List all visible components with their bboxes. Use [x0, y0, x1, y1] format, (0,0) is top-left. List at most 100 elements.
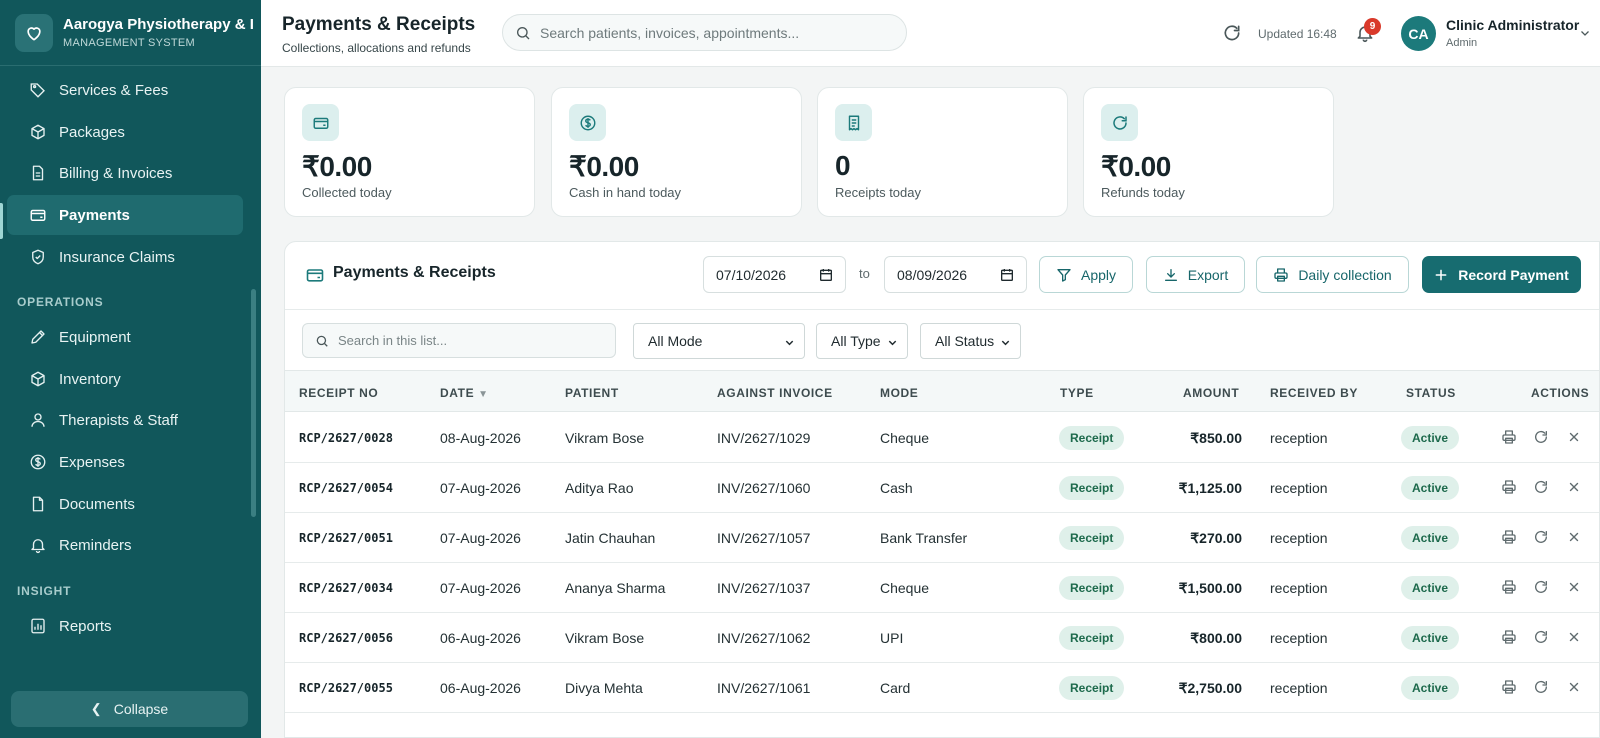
calendar-icon[interactable]: [818, 267, 834, 283]
row-amount: ₹270.00: [1190, 530, 1242, 546]
column-header-invoice[interactable]: AGAINST INVOICE: [717, 386, 833, 400]
table-row[interactable]: RCP/2627/0028 08-Aug-2026 Vikram Bose INV/2…: [285, 413, 1599, 463]
sidebar-item-inventory[interactable]: Inventory: [7, 359, 243, 399]
sidebar-item-payments[interactable]: Payments: [7, 195, 243, 235]
list-search-input[interactable]: Search in this list...: [302, 323, 616, 358]
print-icon[interactable]: [1501, 429, 1517, 445]
daily-collection-button[interactable]: Daily collection: [1256, 256, 1409, 293]
date-to-input[interactable]: 08/09/2026: [884, 256, 1027, 293]
close-icon[interactable]: [1567, 630, 1581, 644]
date-from-input[interactable]: 07/10/2026: [703, 256, 846, 293]
status-badge: Active: [1401, 526, 1460, 550]
receipt-no[interactable]: RCP/2627/0054: [299, 481, 393, 495]
refresh-icon[interactable]: [1533, 429, 1549, 445]
mode-select[interactable]: All Mode: [633, 323, 805, 359]
chart-icon: [28, 616, 48, 636]
row-amount: ₹850.00: [1190, 430, 1242, 446]
refresh-icon[interactable]: [1533, 579, 1549, 595]
type-badge: Receipt: [1059, 626, 1125, 650]
table-row[interactable]: RCP/2627/0051 07-Aug-2026 Jatin Chauhan INV…: [285, 513, 1599, 563]
table-row[interactable]: RCP/2627/0034 07-Aug-2026 Ananya Sharma INV…: [285, 563, 1599, 613]
table-row[interactable]: RCP/2627/0054 07-Aug-2026 Aditya Rao INV/26…: [285, 463, 1599, 513]
global-search-input[interactable]: Search patients, invoices, appointments.…: [502, 14, 907, 51]
status-select[interactable]: All Status: [920, 323, 1021, 359]
filter-icon: [1056, 267, 1072, 283]
refresh-icon[interactable]: [1533, 629, 1549, 645]
brand-subtitle: MANAGEMENT SYSTEM: [63, 37, 196, 49]
type-select[interactable]: All Type: [816, 323, 908, 359]
row-mode: Cheque: [880, 430, 930, 446]
stat-value: ₹0.00: [569, 151, 639, 182]
stat-card-collected: ₹0.00 Collected today: [284, 87, 535, 217]
refresh-icon[interactable]: [1533, 479, 1549, 495]
refresh-icon[interactable]: [1533, 529, 1549, 545]
receipt-no[interactable]: RCP/2627/0034: [299, 581, 393, 595]
refresh-icon[interactable]: [1533, 679, 1549, 695]
close-icon[interactable]: [1567, 680, 1581, 694]
type-select-value: All Type: [831, 333, 881, 349]
column-header-mode[interactable]: MODE: [880, 386, 918, 400]
chevron-down-icon[interactable]: [1579, 27, 1591, 39]
close-icon[interactable]: [1567, 580, 1581, 594]
sort-desc-icon: ▼: [478, 389, 489, 400]
row-patient: Vikram Bose: [565, 430, 645, 446]
column-header-patient[interactable]: PATIENT: [565, 386, 619, 400]
refresh-icon[interactable]: [1222, 23, 1242, 43]
sidebar-item-billing[interactable]: Billing & Invoices: [7, 153, 243, 193]
row-date: 06-Aug-2026: [440, 630, 521, 646]
record-payment-button[interactable]: Record Payment: [1422, 256, 1581, 293]
date-from-value: 07/10/2026: [716, 266, 787, 283]
sidebar-item-documents[interactable]: Documents: [7, 484, 243, 524]
column-header-status[interactable]: STATUS: [1406, 386, 1456, 400]
print-icon[interactable]: [1501, 579, 1517, 595]
sidebar-item-label: Reports: [59, 617, 112, 635]
table-header: RECEIPT NO DATE ▼ PATIENT AGAINST INVOIC…: [285, 370, 1599, 412]
column-header-date[interactable]: DATE ▼: [440, 386, 489, 400]
printer-icon: [1273, 267, 1289, 283]
print-icon[interactable]: [1501, 679, 1517, 695]
sidebar-item-expenses[interactable]: Expenses: [7, 442, 243, 482]
table-row[interactable]: RCP/2627/0056 06-Aug-2026 Vikram Bose INV/2…: [285, 613, 1599, 663]
collapse-button[interactable]: ❮ Collapse: [11, 691, 248, 727]
user-name[interactable]: Clinic Administrator: [1446, 17, 1579, 33]
close-icon[interactable]: [1567, 530, 1581, 544]
sidebar-item-reminders[interactable]: Reminders: [7, 525, 243, 565]
receipt-no[interactable]: RCP/2627/0056: [299, 631, 393, 645]
row-mode: UPI: [880, 630, 904, 646]
receipt-no[interactable]: RCP/2627/0055: [299, 681, 393, 695]
print-icon[interactable]: [1501, 479, 1517, 495]
avatar[interactable]: CA: [1401, 16, 1436, 51]
column-header-amount[interactable]: AMOUNT: [1183, 386, 1239, 400]
column-header-receipt[interactable]: RECEIPT NO: [299, 386, 378, 400]
wallet-icon: [302, 104, 339, 141]
calendar-icon[interactable]: [999, 267, 1015, 283]
sidebar-item-packages[interactable]: Packages: [7, 112, 243, 152]
receipt-no[interactable]: RCP/2627/0028: [299, 431, 393, 445]
file-icon: [28, 163, 48, 183]
apply-button[interactable]: Apply: [1039, 256, 1133, 293]
sidebar-item-reports[interactable]: Reports: [7, 606, 243, 646]
close-icon[interactable]: [1567, 480, 1581, 494]
active-indicator: [0, 203, 3, 239]
export-button[interactable]: Export: [1146, 256, 1245, 293]
column-header-received-by[interactable]: RECEIVED BY: [1270, 386, 1358, 400]
sidebar-item-equipment[interactable]: Equipment: [7, 317, 243, 357]
print-icon[interactable]: [1501, 529, 1517, 545]
receipt-no[interactable]: RCP/2627/0051: [299, 531, 393, 545]
column-header-actions: ACTIONS: [1531, 386, 1590, 400]
sidebar-item-insurance[interactable]: Insurance Claims: [7, 237, 243, 277]
table-row[interactable]: RCP/2627/0055 06-Aug-2026 Divya Mehta INV/2…: [285, 663, 1599, 713]
column-header-type[interactable]: TYPE: [1060, 386, 1094, 400]
print-icon[interactable]: [1501, 629, 1517, 645]
sidebar-item-label: Documents: [59, 495, 135, 513]
sidebar-scrollbar[interactable]: [251, 289, 256, 517]
search-placeholder: Search patients, invoices, appointments.…: [540, 24, 800, 41]
to-label: to: [859, 266, 870, 281]
sidebar-item-therapists[interactable]: Therapists & Staff: [7, 400, 243, 440]
download-icon: [1163, 267, 1179, 283]
heart-icon[interactable]: [15, 14, 53, 52]
sidebar-item-services-fees[interactable]: Services & Fees: [7, 70, 243, 110]
sidebar-item-label: Therapists & Staff: [59, 411, 178, 429]
close-icon[interactable]: [1567, 430, 1581, 444]
row-received-by: reception: [1270, 630, 1328, 646]
